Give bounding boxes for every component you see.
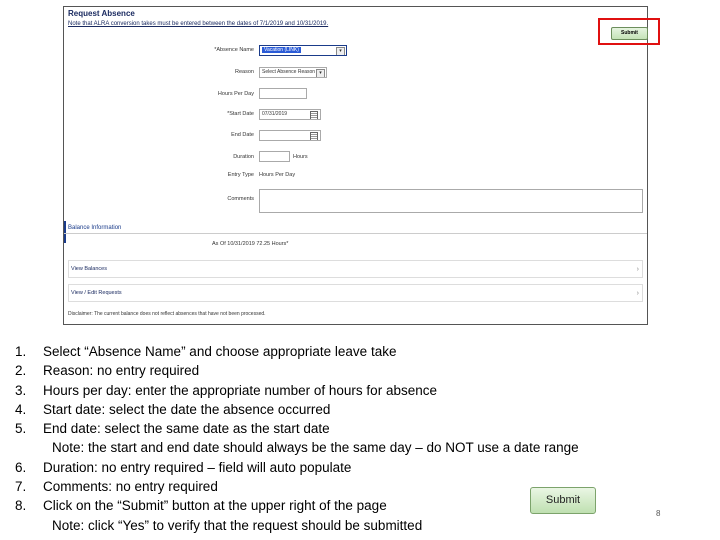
list-item: 3. Hours per day: enter the appropriate n… bbox=[15, 382, 437, 398]
comments-textarea[interactable] bbox=[259, 189, 643, 213]
comments-label: Comments bbox=[227, 196, 254, 202]
note-verify: Note: click “Yes” to verify that the req… bbox=[52, 517, 423, 533]
balance-section-title: Balance Information bbox=[68, 225, 122, 231]
end-date-label: End Date bbox=[231, 132, 254, 138]
start-date-input[interactable]: 07/31/2019 bbox=[259, 109, 321, 120]
start-date-label: *Start Date bbox=[227, 111, 254, 117]
submit-button[interactable]: Submit bbox=[611, 27, 648, 40]
calendar-icon[interactable] bbox=[310, 132, 318, 140]
reason-select[interactable]: Select Absence Reason ▾ bbox=[259, 67, 327, 78]
reason-value: Select Absence Reason bbox=[262, 69, 316, 75]
view-edit-requests-label: View / Edit Requests bbox=[71, 290, 122, 296]
balance-accent-bar bbox=[64, 221, 66, 243]
submit-highlight-box: Submit bbox=[598, 18, 660, 45]
balance-as-of: As Of 10/31/2019 72.25 Hours* bbox=[212, 241, 289, 247]
hours-per-day-input[interactable] bbox=[259, 88, 307, 99]
list-item: 6. Duration: no entry required – field wi… bbox=[15, 459, 352, 475]
absence-name-select[interactable]: Vacation (LINK) ▾ bbox=[259, 45, 347, 56]
entry-type-value: Hours Per Day bbox=[259, 172, 296, 178]
chevron-down-icon: ▾ bbox=[336, 47, 345, 55]
calendar-icon[interactable] bbox=[310, 111, 318, 119]
note-date-range: Note: the start and end date should alwa… bbox=[52, 440, 579, 456]
date-note: Note that ALRA conversion takes must be … bbox=[68, 21, 329, 27]
divider bbox=[64, 233, 647, 234]
view-balances-label: View Balances bbox=[71, 266, 107, 272]
disclaimer-text: Disclaimer: The current balance does not… bbox=[68, 311, 266, 317]
absence-name-label: *Absence Name bbox=[214, 47, 254, 53]
list-item: 2. Reason: no entry required bbox=[15, 363, 200, 379]
page-title: Request Absence bbox=[68, 9, 135, 18]
chevron-right-icon: › bbox=[636, 290, 639, 297]
end-date-input[interactable] bbox=[259, 130, 321, 141]
view-edit-requests-link[interactable]: View / Edit Requests › bbox=[68, 284, 643, 302]
start-date-value: 07/31/2019 bbox=[262, 111, 288, 117]
absence-name-value: Vacation (LINK) bbox=[262, 47, 301, 53]
page-number: 8 bbox=[656, 509, 661, 518]
reason-label: Reason bbox=[235, 69, 254, 75]
chevron-down-icon: ▾ bbox=[316, 69, 325, 77]
request-absence-screenshot: Request Absence Note that ALRA conversio… bbox=[63, 6, 660, 325]
list-item: 4. Start date: select the date the absenc… bbox=[15, 401, 331, 417]
view-balances-link[interactable]: View Balances › bbox=[68, 260, 643, 278]
list-item: 1. Select “Absence Name” and choose appro… bbox=[15, 344, 397, 359]
list-item: 5. End date: select the same date as the … bbox=[15, 421, 330, 437]
duration-unit: Hours bbox=[293, 154, 308, 160]
entry-type-label: Entry Type bbox=[227, 172, 254, 178]
duration-field bbox=[259, 151, 290, 162]
hours-per-day-label: Hours Per Day bbox=[217, 91, 254, 97]
chevron-right-icon: › bbox=[636, 266, 639, 273]
submit-button-example[interactable]: Submit bbox=[530, 487, 596, 514]
duration-label: Duration bbox=[233, 154, 254, 160]
